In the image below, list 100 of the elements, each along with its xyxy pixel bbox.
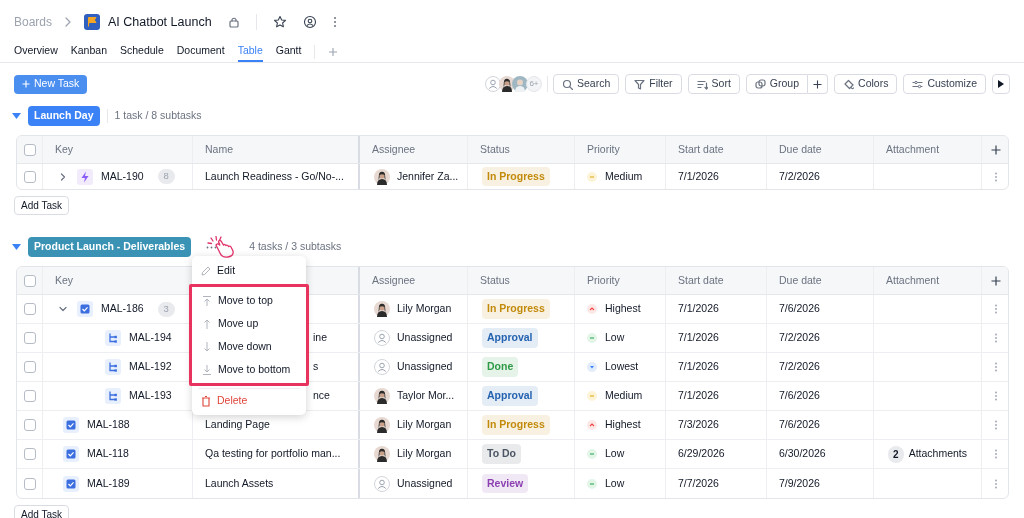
due-date[interactable]: 7/2/2026	[779, 359, 820, 375]
row-checkbox[interactable]	[23, 303, 36, 315]
tab[interactable]: Overview	[14, 44, 58, 62]
task-name[interactable]: Landing Page	[205, 417, 270, 433]
priority-label[interactable]: Low	[605, 330, 625, 346]
tab[interactable]: Gantt	[275, 44, 302, 62]
column-header[interactable]: Assignee	[372, 141, 416, 158]
start-date[interactable]: 7/1/2026	[678, 301, 719, 317]
priority-label[interactable]: Medium	[605, 388, 643, 404]
due-date[interactable]: 7/6/2026	[779, 301, 820, 317]
priority-label[interactable]: Highest	[605, 301, 641, 317]
column-header[interactable]: Start date	[678, 141, 724, 158]
tab[interactable]: Document	[176, 44, 225, 62]
column-header[interactable]: Priority	[587, 272, 620, 289]
chevron-down-icon[interactable]	[59, 305, 67, 313]
row-checkbox[interactable]	[23, 274, 36, 287]
column-header[interactable]: Due date	[779, 272, 822, 289]
priority-label[interactable]: Highest	[605, 417, 641, 433]
task-key[interactable]: MAL-186	[101, 301, 144, 317]
column-header[interactable]: Attachment	[886, 141, 940, 158]
sort-button[interactable]: Sort	[687, 74, 740, 94]
chevron-right-icon[interactable]	[59, 172, 67, 181]
task-name[interactable]: Launch Assets	[205, 475, 274, 492]
more-icon[interactable]	[994, 478, 998, 489]
column-header[interactable]: Start date	[678, 272, 724, 289]
due-date[interactable]: 6/30/2026	[779, 446, 826, 462]
task-key[interactable]: MAL-118	[87, 446, 129, 462]
row-checkbox[interactable]	[23, 170, 36, 183]
status-tag[interactable]: Approval	[482, 328, 538, 348]
customize-button[interactable]: Customize	[903, 74, 986, 94]
more-icon[interactable]	[994, 304, 998, 314]
more-icon[interactable]	[994, 391, 998, 401]
add-column-icon[interactable]	[991, 144, 1001, 155]
task-key[interactable]: MAL-188	[87, 417, 130, 433]
add-group-button[interactable]	[808, 74, 829, 94]
task-key[interactable]: MAL-192	[129, 359, 172, 375]
priority-label[interactable]: Low	[605, 446, 625, 462]
more-icon[interactable]	[994, 420, 998, 430]
group-button[interactable]: Group	[745, 74, 809, 94]
column-header[interactable]: Assignee	[372, 272, 416, 289]
task-name[interactable]: nce	[313, 388, 330, 404]
more-icon[interactable]	[994, 449, 998, 459]
more-icon[interactable]	[994, 171, 998, 182]
start-date[interactable]: 7/1/2026	[678, 388, 719, 404]
tab[interactable]: Kanban	[70, 44, 107, 62]
filter-button[interactable]: Filter	[625, 74, 682, 94]
add-column-icon[interactable]	[991, 275, 1001, 286]
add-tab-icon[interactable]	[328, 47, 339, 57]
start-date[interactable]: 7/3/2026	[678, 417, 719, 433]
start-date[interactable]: 6/29/2026	[678, 446, 725, 462]
task-name[interactable]: Qa testing for portfolio man...	[205, 446, 341, 462]
start-date[interactable]: 7/7/2026	[678, 475, 719, 492]
start-date[interactable]: 7/1/2026	[678, 359, 719, 375]
menu-item[interactable]: Edit	[192, 259, 306, 282]
task-key[interactable]: MAL-194	[129, 330, 172, 346]
menu-item[interactable]: Move to bottom	[193, 358, 305, 381]
expand-button[interactable]	[992, 74, 1010, 94]
row-checkbox[interactable]	[23, 419, 36, 431]
row-checkbox[interactable]	[23, 390, 36, 402]
more-icon[interactable]	[994, 333, 998, 343]
priority-label[interactable]: Medium	[605, 168, 643, 185]
task-key[interactable]: MAL-190	[101, 168, 144, 185]
due-date[interactable]: 7/9/2026	[779, 475, 820, 492]
column-header[interactable]: Name	[205, 141, 233, 158]
row-checkbox[interactable]	[23, 477, 36, 490]
task-name[interactable]: ine	[313, 330, 327, 346]
status-tag[interactable]: Review	[482, 473, 529, 494]
user-settings-icon[interactable]	[302, 15, 317, 29]
column-header[interactable]: Key	[55, 272, 74, 289]
row-checkbox[interactable]	[23, 448, 36, 460]
status-tag[interactable]: Approval	[482, 386, 538, 406]
task-key[interactable]: MAL-193	[129, 388, 172, 404]
due-date[interactable]: 7/6/2026	[779, 417, 820, 433]
priority-label[interactable]: Lowest	[605, 359, 639, 375]
add-task-button[interactable]: Add Task	[14, 196, 69, 215]
menu-item[interactable]: Delete	[192, 389, 306, 412]
tab[interactable]: Table	[237, 44, 263, 62]
start-date[interactable]: 7/1/2026	[678, 330, 719, 346]
start-date[interactable]: 7/1/2026	[678, 168, 719, 185]
column-header[interactable]: Priority	[587, 141, 620, 158]
star-icon[interactable]	[272, 15, 287, 29]
group-label[interactable]: Launch Day	[28, 106, 100, 126]
due-date[interactable]: 7/2/2026	[779, 168, 820, 185]
menu-item[interactable]: Move up	[193, 312, 305, 335]
row-checkbox[interactable]	[23, 143, 36, 156]
more-icon[interactable]	[994, 362, 998, 372]
menu-item[interactable]: Move to top	[193, 289, 305, 312]
column-header[interactable]: Status	[480, 272, 510, 289]
task-name[interactable]: Launch Readiness - Go/No-...	[205, 168, 344, 185]
task-key[interactable]: MAL-189	[87, 475, 130, 492]
tab[interactable]: Schedule	[119, 44, 164, 62]
caret-down-icon[interactable]	[12, 113, 21, 119]
more-icon[interactable]	[332, 16, 337, 28]
colors-button[interactable]: Colors	[834, 74, 898, 94]
add-task-button[interactable]: Add Task	[14, 505, 69, 518]
column-header[interactable]: Due date	[779, 141, 822, 158]
task-name[interactable]: s	[313, 359, 319, 375]
row-checkbox[interactable]	[23, 332, 36, 344]
caret-down-icon[interactable]	[12, 244, 21, 250]
menu-item[interactable]: Move down	[193, 335, 305, 358]
